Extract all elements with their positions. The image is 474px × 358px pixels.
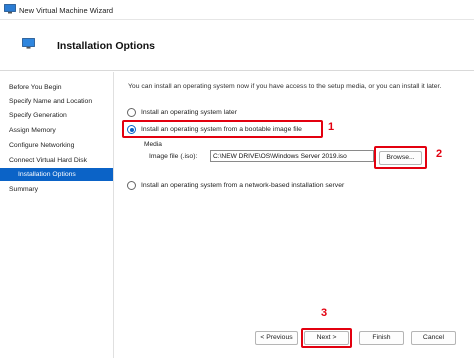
window-title: New Virtual Machine Wizard xyxy=(19,6,114,15)
highlight-box-1 xyxy=(122,120,323,138)
title-bar: New Virtual Machine Wizard xyxy=(0,0,474,20)
option-install-from-network[interactable]: Install an operating system from a netwo… xyxy=(127,181,344,190)
sidebar-item-assign-memory[interactable]: Assign Memory xyxy=(0,124,113,137)
finish-button[interactable]: Finish xyxy=(359,331,404,345)
wizard-header: Installation Options xyxy=(0,21,474,71)
step-1-label: 1 xyxy=(328,121,335,133)
media-legend: Media xyxy=(144,141,162,148)
description-text: You can install an operating system now … xyxy=(128,83,442,90)
monitor-icon xyxy=(22,38,35,49)
sidebar-item-connect-virtual-hard-disk[interactable]: Connect Virtual Hard Disk xyxy=(0,154,113,167)
sidebar-item-specify-generation[interactable]: Specify Generation xyxy=(0,109,113,122)
image-file-path-input[interactable] xyxy=(210,150,374,162)
option-install-from-network-label: Install an operating system from a netwo… xyxy=(141,182,345,189)
hyper-v-monitor-icon xyxy=(4,4,16,14)
image-file-label: Image file (.iso): xyxy=(149,153,198,160)
radio-install-from-network[interactable] xyxy=(127,181,136,190)
sidebar-item-summary[interactable]: Summary xyxy=(0,183,113,196)
highlight-box-2 xyxy=(374,146,427,169)
sidebar-item-specify-name-and-location[interactable]: Specify Name and Location xyxy=(0,95,113,108)
step-3-label: 3 xyxy=(321,307,328,319)
page-title: Installation Options xyxy=(57,40,156,52)
wizard-steps-sidebar: Before You Begin Specify Name and Locati… xyxy=(0,72,114,358)
sidebar-item-installation-options[interactable]: Installation Options xyxy=(0,168,113,181)
cancel-button[interactable]: Cancel xyxy=(411,331,456,345)
highlight-box-3 xyxy=(301,328,352,348)
sidebar-item-before-you-begin[interactable]: Before You Begin xyxy=(0,81,113,94)
previous-button[interactable]: < Previous xyxy=(255,331,298,345)
sidebar-item-configure-networking[interactable]: Configure Networking xyxy=(0,139,113,152)
option-install-later[interactable]: Install an operating system later xyxy=(127,108,237,117)
step-2-label: 2 xyxy=(436,148,443,160)
radio-install-later[interactable] xyxy=(127,108,136,117)
option-install-later-label: Install an operating system later xyxy=(141,109,237,116)
